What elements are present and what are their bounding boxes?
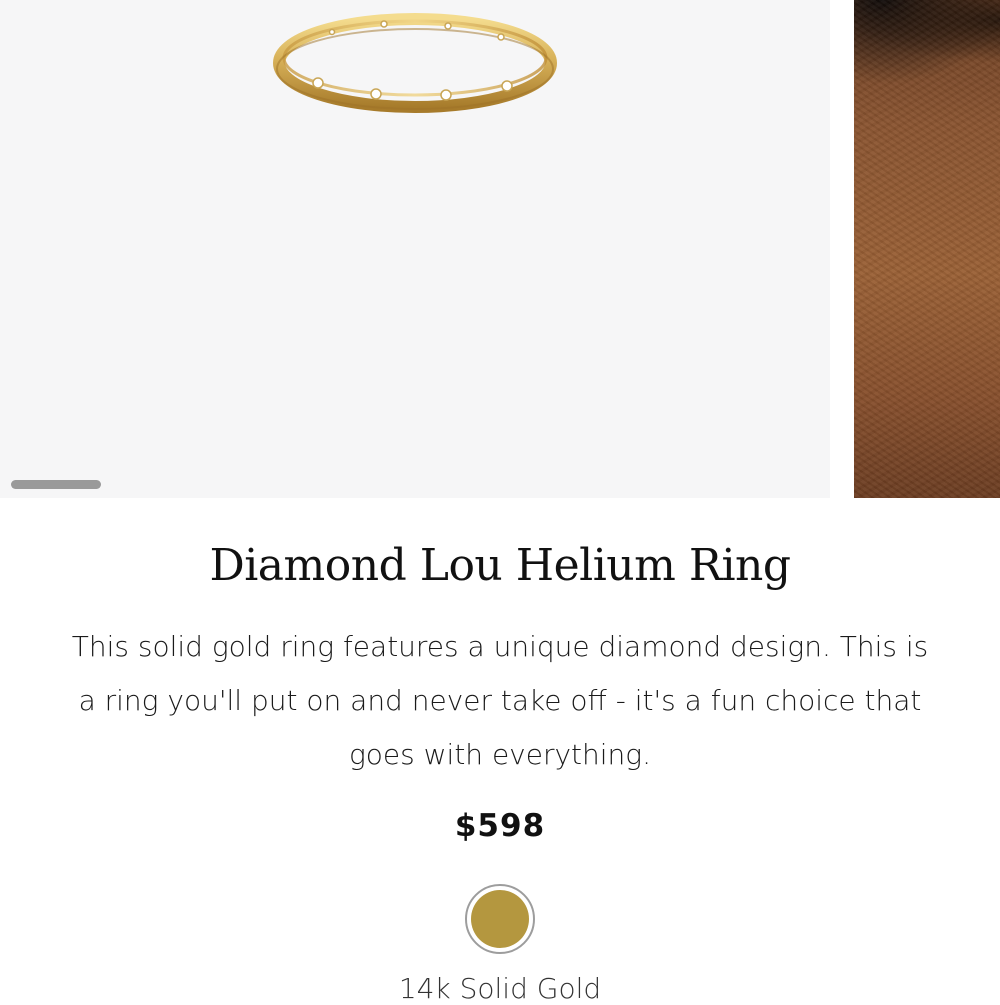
gold-ring-image bbox=[273, 13, 557, 113]
gallery-scroll-indicator[interactable] bbox=[11, 480, 101, 489]
product-description: This solid gold ring features a unique d… bbox=[71, 630, 929, 771]
product-image-gallery[interactable] bbox=[0, 0, 1000, 498]
product-price: $598 bbox=[454, 808, 546, 844]
product-image-slide[interactable] bbox=[0, 0, 830, 498]
swatch-color-dot bbox=[471, 890, 529, 948]
color-swatch-14k-gold[interactable] bbox=[465, 884, 535, 954]
product-title: Diamond Lou Helium Ring bbox=[209, 540, 791, 591]
model-skin-image[interactable] bbox=[854, 0, 1000, 498]
selected-variant-label: 14k Solid Gold bbox=[398, 972, 602, 1005]
